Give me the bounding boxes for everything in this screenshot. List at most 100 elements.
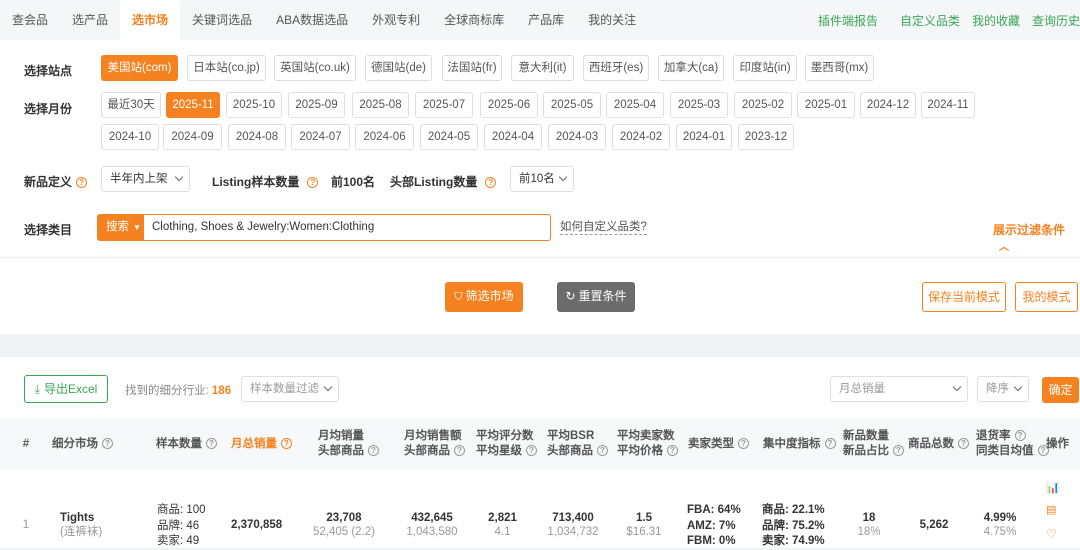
chart-icon[interactable]: 📊 [1046, 481, 1060, 503]
my-mode-button[interactable]: 我的模式 [1015, 282, 1078, 312]
month-chip[interactable]: 2024-05 [420, 124, 478, 150]
sample-filter-select[interactable]: 样本数量过滤 [241, 376, 339, 402]
row-actions: 📊 ▤ ♡ [1046, 481, 1060, 541]
help-icon[interactable]: ? [76, 177, 88, 189]
month-chip[interactable]: 2024-02 [612, 124, 670, 150]
site-chip-fr[interactable]: 法国站(fr) [442, 55, 502, 81]
query-history-link[interactable]: 查询历史 [1032, 12, 1080, 29]
custom-category-nav-link[interactable]: 自定义品类 [900, 12, 960, 29]
site-chip-ca[interactable]: 加拿大(ca) [658, 55, 724, 81]
top-right-links: 插件端报告 自定义品类 我的收藏 查询历史 [806, 0, 1080, 40]
sort-field-select[interactable]: 月总销量 [830, 376, 968, 402]
help-icon[interactable]: ? [597, 445, 608, 457]
help-icon[interactable]: ? [454, 445, 465, 457]
help-icon[interactable]: ? [368, 445, 379, 457]
help-icon[interactable]: ? [526, 445, 537, 457]
month-chip[interactable]: 2025-08 [352, 92, 409, 118]
tab-aba-selection[interactable]: ABA数据选品 [264, 0, 360, 40]
month-chip[interactable]: 2024-06 [355, 124, 414, 150]
site-label: 选择站点 [24, 64, 73, 78]
month-chip[interactable]: 2023-12 [738, 124, 794, 150]
site-chip-jp[interactable]: 日本站(co.jp) [187, 55, 266, 81]
site-chip-us[interactable]: 美国站(com) [101, 55, 178, 81]
help-icon[interactable]: ? [206, 438, 217, 450]
search-mode-dropdown[interactable]: 搜索 ▼ [98, 215, 144, 240]
tab-my-follows[interactable]: 我的关注 [576, 0, 648, 40]
month-chip[interactable]: 2024-09 [163, 124, 222, 150]
tab-select-market[interactable]: 选市场 [120, 0, 181, 40]
new-def-select[interactable]: 半年内上架 [101, 166, 190, 192]
month-chip[interactable]: 2025-04 [606, 92, 664, 118]
document-icon[interactable]: ▤ [1046, 503, 1060, 527]
help-icon[interactable]: ? [1014, 430, 1026, 442]
tab-global-trademark[interactable]: 全球商标库 [432, 0, 516, 40]
my-favorites-link[interactable]: 我的收藏 [972, 12, 1020, 29]
month-chip[interactable]: 2025-03 [670, 92, 728, 118]
avg-sales-cell: 23,708 52,405 (2.2) [312, 512, 375, 538]
tab-check-product[interactable]: 查会品 [0, 0, 60, 40]
month-chip[interactable]: 2024-01 [676, 124, 732, 150]
site-chip-de[interactable]: 德国站(de) [365, 55, 432, 81]
category-input[interactable]: Clothing, Shoes & Jewelry:Women:Clothing [152, 215, 374, 240]
month-chip[interactable]: 最近30天 [101, 92, 161, 118]
heart-icon[interactable]: ♡ [1046, 527, 1060, 541]
sort-order-select[interactable]: 降序 [977, 376, 1029, 402]
month-chip[interactable]: 2025-06 [480, 92, 538, 118]
month-chip[interactable]: 2025-02 [734, 92, 792, 118]
header-avg-sellers: 平均卖家数 平均价格? [617, 429, 678, 459]
site-chip-in[interactable]: 印度站(in) [733, 55, 797, 81]
tab-keyword-selection[interactable]: 关键词选品 [180, 0, 264, 40]
month-chip[interactable]: 2024-03 [548, 124, 606, 150]
market-name[interactable]: Tights (连裤袜) [60, 511, 102, 539]
month-chip[interactable]: 2025-09 [288, 92, 345, 118]
reset-button[interactable]: ↻ 重置条件 [557, 282, 635, 312]
site-chip-es[interactable]: 西班牙(es) [583, 55, 649, 81]
month-chip[interactable]: 2024-10 [101, 124, 159, 150]
month-label: 选择月份 [24, 102, 73, 116]
month-chip[interactable]: 2025-10 [226, 92, 282, 118]
avg-bsr-cell: 713,400 1,034,732 [547, 512, 599, 538]
header-avg-sales: 月均销量 头部商品? [318, 429, 379, 459]
save-mode-button[interactable]: 保存当前模式 [922, 282, 1006, 312]
tab-select-product[interactable]: 选产品 [60, 0, 120, 40]
month-chip[interactable]: 2025-05 [543, 92, 601, 118]
header-total-products: 商品总数? [908, 437, 969, 452]
show-filters-toggle[interactable]: 展示过滤条件︿ [993, 221, 1080, 253]
header-monthly-total[interactable]: 月总销量? [231, 437, 292, 452]
help-icon[interactable]: ? [485, 177, 497, 189]
site-chip-it[interactable]: 意大利(it) [511, 55, 574, 81]
month-chip[interactable]: 2025-01 [797, 92, 855, 118]
month-chip[interactable]: 2025-07 [415, 92, 473, 118]
help-icon[interactable]: ? [281, 438, 292, 450]
tab-design-patent[interactable]: 外观专利 [360, 0, 432, 40]
filter-market-button[interactable]: ⛉ 筛选市场 [445, 282, 523, 312]
header-market: 细分市场? [52, 437, 113, 452]
top-navigation: 查会品 选产品 选市场 关键词选品 ABA数据选品 外观专利 全球商标库 产品库… [0, 0, 1080, 40]
month-chip[interactable]: 2024-12 [860, 92, 916, 118]
month-chip[interactable]: 2024-04 [484, 124, 542, 150]
export-excel-button[interactable]: ⤓ 导出Excel [24, 375, 108, 403]
help-icon[interactable]: ? [958, 438, 969, 450]
month-chip[interactable]: 2024-07 [291, 124, 350, 150]
month-chip[interactable]: 2024-08 [228, 124, 286, 150]
category-input-group: 搜索 ▼ Clothing, Shoes & Jewelry:Women:Clot… [97, 214, 551, 241]
help-icon[interactable]: ? [824, 438, 836, 450]
month-chip[interactable]: 2025-11 [166, 92, 220, 118]
row-index: 1 [22, 519, 30, 531]
confirm-button[interactable]: 确定 [1042, 377, 1079, 403]
help-icon[interactable]: ? [738, 438, 749, 450]
site-chip-mx[interactable]: 墨西哥(mx) [805, 55, 874, 81]
help-icon[interactable]: ? [102, 438, 113, 450]
month-chip[interactable]: 2024-11 [921, 92, 975, 118]
help-icon[interactable]: ? [893, 445, 904, 457]
head-listing-select[interactable]: 前10名 [510, 166, 574, 192]
header-return-rate: 退货率? 同类目均值? [976, 429, 1049, 459]
listing-sample-value[interactable]: 前100名 [331, 173, 375, 190]
help-icon[interactable]: ? [667, 445, 678, 457]
custom-category-link[interactable]: 如何自定义品类? [560, 221, 647, 235]
plugin-report-link[interactable]: 插件端报告 [818, 12, 878, 29]
site-chip-uk[interactable]: 英国站(co.uk) [274, 55, 356, 81]
chevron-down-icon [323, 382, 333, 392]
help-icon[interactable]: ? [307, 177, 319, 189]
tab-product-library[interactable]: 产品库 [516, 0, 576, 40]
